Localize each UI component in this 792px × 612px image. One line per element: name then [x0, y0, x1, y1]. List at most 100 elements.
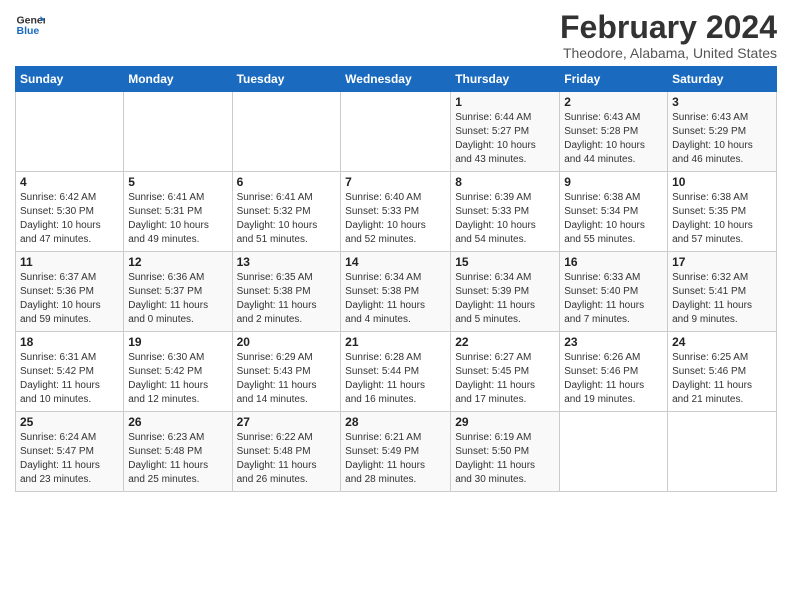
calendar-cell: 20 Sunrise: 6:29 AMSunset: 5:43 PMDayligh…: [232, 332, 341, 412]
day-number: 25: [20, 415, 119, 429]
day-number: 7: [345, 175, 446, 189]
day-number: 9: [564, 175, 663, 189]
day-number: 23: [564, 335, 663, 349]
day-info: Sunrise: 6:43 AMSunset: 5:29 PMDaylight:…: [672, 111, 772, 167]
day-number: 4: [20, 175, 119, 189]
day-info: Sunrise: 6:41 AMSunset: 5:32 PMDaylight:…: [237, 191, 337, 247]
day-number: 11: [20, 255, 119, 269]
day-info: Sunrise: 6:41 AMSunset: 5:31 PMDaylight:…: [128, 191, 227, 247]
calendar-cell: 17 Sunrise: 6:32 AMSunset: 5:41 PMDayligh…: [668, 252, 777, 332]
day-info: Sunrise: 6:38 AMSunset: 5:34 PMDaylight:…: [564, 191, 663, 247]
page-container: General Blue February 2024 Theodore, Ala…: [0, 0, 792, 497]
day-number: 1: [455, 95, 555, 109]
day-number: 15: [455, 255, 555, 269]
calendar-cell: 23 Sunrise: 6:26 AMSunset: 5:46 PMDayligh…: [560, 332, 668, 412]
calendar-cell: 6 Sunrise: 6:41 AMSunset: 5:32 PMDaylight…: [232, 172, 341, 252]
header: General Blue February 2024 Theodore, Ala…: [15, 10, 777, 61]
calendar-cell: 24 Sunrise: 6:25 AMSunset: 5:46 PMDayligh…: [668, 332, 777, 412]
calendar-cell: 22Sunrise: 6:27 AMSunset: 5:45 PMDayligh…: [451, 332, 560, 412]
day-number: 28: [345, 415, 446, 429]
calendar-cell: 5 Sunrise: 6:41 AMSunset: 5:31 PMDaylight…: [124, 172, 232, 252]
day-info: Sunrise: 6:24 AMSunset: 5:47 PMDaylight:…: [20, 431, 119, 487]
day-info: Sunrise: 6:31 AMSunset: 5:42 PMDaylight:…: [20, 351, 119, 407]
logo-icon: General Blue: [15, 10, 45, 40]
day-number: 8: [455, 175, 555, 189]
weekday-header-cell: Tuesday: [232, 67, 341, 92]
day-info: Sunrise: 6:37 AMSunset: 5:36 PMDaylight:…: [20, 271, 119, 327]
day-number: 14: [345, 255, 446, 269]
day-number: 5: [128, 175, 227, 189]
calendar-cell: 14 Sunrise: 6:34 AMSunset: 5:38 PMDayligh…: [341, 252, 451, 332]
day-info: Sunrise: 6:32 AMSunset: 5:41 PMDaylight:…: [672, 271, 772, 327]
calendar-cell: [124, 92, 232, 172]
day-number: 22: [455, 335, 555, 349]
calendar-cell: 19 Sunrise: 6:30 AMSunset: 5:42 PMDayligh…: [124, 332, 232, 412]
day-number: 3: [672, 95, 772, 109]
weekday-header-row: SundayMondayTuesdayWednesdayThursdayFrid…: [16, 67, 777, 92]
day-info: Sunrise: 6:22 AMSunset: 5:48 PMDaylight:…: [237, 431, 337, 487]
weekday-header-cell: Monday: [124, 67, 232, 92]
calendar-cell: 4 Sunrise: 6:42 AMSunset: 5:30 PMDaylight…: [16, 172, 124, 252]
day-info: Sunrise: 6:26 AMSunset: 5:46 PMDaylight:…: [564, 351, 663, 407]
calendar-week-row: 18Sunrise: 6:31 AMSunset: 5:42 PMDayligh…: [16, 332, 777, 412]
calendar-cell: 10Sunrise: 6:38 AMSunset: 5:35 PMDayligh…: [668, 172, 777, 252]
calendar-cell: 13 Sunrise: 6:35 AMSunset: 5:38 PMDayligh…: [232, 252, 341, 332]
calendar-cell: 2 Sunrise: 6:43 AMSunset: 5:28 PMDaylight…: [560, 92, 668, 172]
calendar-cell: 26Sunrise: 6:23 AMSunset: 5:48 PMDayligh…: [124, 412, 232, 492]
calendar-cell: 8 Sunrise: 6:39 AMSunset: 5:33 PMDaylight…: [451, 172, 560, 252]
day-number: 27: [237, 415, 337, 429]
day-number: 13: [237, 255, 337, 269]
day-number: 21: [345, 335, 446, 349]
day-number: 20: [237, 335, 337, 349]
calendar-cell: 9 Sunrise: 6:38 AMSunset: 5:34 PMDaylight…: [560, 172, 668, 252]
calendar-cell: 28 Sunrise: 6:21 AMSunset: 5:49 PMDayligh…: [341, 412, 451, 492]
day-info: Sunrise: 6:28 AMSunset: 5:44 PMDaylight:…: [345, 351, 446, 407]
day-info: Sunrise: 6:35 AMSunset: 5:38 PMDaylight:…: [237, 271, 337, 327]
day-number: 2: [564, 95, 663, 109]
calendar-cell: 27 Sunrise: 6:22 AMSunset: 5:48 PMDayligh…: [232, 412, 341, 492]
day-info: Sunrise: 6:25 AMSunset: 5:46 PMDaylight:…: [672, 351, 772, 407]
month-title: February 2024: [560, 10, 777, 45]
svg-text:Blue: Blue: [17, 25, 40, 37]
calendar-cell: 11 Sunrise: 6:37 AMSunset: 5:36 PMDayligh…: [16, 252, 124, 332]
calendar-cell: 29 Sunrise: 6:19 AMSunset: 5:50 PMDayligh…: [451, 412, 560, 492]
day-number: 6: [237, 175, 337, 189]
day-info: Sunrise: 6:30 AMSunset: 5:42 PMDaylight:…: [128, 351, 227, 407]
weekday-header-cell: Saturday: [668, 67, 777, 92]
day-info: Sunrise: 6:19 AMSunset: 5:50 PMDaylight:…: [455, 431, 555, 487]
day-info: Sunrise: 6:23 AMSunset: 5:48 PMDaylight:…: [128, 431, 227, 487]
day-info: Sunrise: 6:29 AMSunset: 5:43 PMDaylight:…: [237, 351, 337, 407]
day-info: Sunrise: 6:43 AMSunset: 5:28 PMDaylight:…: [564, 111, 663, 167]
day-number: 10: [672, 175, 772, 189]
title-block: February 2024 Theodore, Alabama, United …: [560, 10, 777, 61]
day-info: Sunrise: 6:34 AMSunset: 5:39 PMDaylight:…: [455, 271, 555, 327]
day-info: Sunrise: 6:36 AMSunset: 5:37 PMDaylight:…: [128, 271, 227, 327]
calendar-cell: 1 Sunrise: 6:44 AMSunset: 5:27 PMDaylight…: [451, 92, 560, 172]
calendar-table: SundayMondayTuesdayWednesdayThursdayFrid…: [15, 66, 777, 492]
calendar-cell: [232, 92, 341, 172]
calendar-week-row: 25 Sunrise: 6:24 AMSunset: 5:47 PMDayligh…: [16, 412, 777, 492]
day-number: 19: [128, 335, 227, 349]
day-info: Sunrise: 6:33 AMSunset: 5:40 PMDaylight:…: [564, 271, 663, 327]
day-number: 24: [672, 335, 772, 349]
calendar-cell: 25 Sunrise: 6:24 AMSunset: 5:47 PMDayligh…: [16, 412, 124, 492]
calendar-cell: 21 Sunrise: 6:28 AMSunset: 5:44 PMDayligh…: [341, 332, 451, 412]
day-info: Sunrise: 6:34 AMSunset: 5:38 PMDaylight:…: [345, 271, 446, 327]
calendar-cell: [341, 92, 451, 172]
weekday-header-cell: Thursday: [451, 67, 560, 92]
day-info: Sunrise: 6:39 AMSunset: 5:33 PMDaylight:…: [455, 191, 555, 247]
weekday-header-cell: Friday: [560, 67, 668, 92]
calendar-cell: 16Sunrise: 6:33 AMSunset: 5:40 PMDayligh…: [560, 252, 668, 332]
day-info: Sunrise: 6:21 AMSunset: 5:49 PMDaylight:…: [345, 431, 446, 487]
day-info: Sunrise: 6:42 AMSunset: 5:30 PMDaylight:…: [20, 191, 119, 247]
day-number: 17: [672, 255, 772, 269]
calendar-cell: 15 Sunrise: 6:34 AMSunset: 5:39 PMDayligh…: [451, 252, 560, 332]
day-info: Sunrise: 6:44 AMSunset: 5:27 PMDaylight:…: [455, 111, 555, 167]
calendar-week-row: 1 Sunrise: 6:44 AMSunset: 5:27 PMDaylight…: [16, 92, 777, 172]
day-number: 29: [455, 415, 555, 429]
location: Theodore, Alabama, United States: [560, 45, 777, 61]
calendar-cell: [560, 412, 668, 492]
calendar-body: 1 Sunrise: 6:44 AMSunset: 5:27 PMDaylight…: [16, 92, 777, 492]
calendar-week-row: 4 Sunrise: 6:42 AMSunset: 5:30 PMDaylight…: [16, 172, 777, 252]
calendar-cell: 18Sunrise: 6:31 AMSunset: 5:42 PMDayligh…: [16, 332, 124, 412]
